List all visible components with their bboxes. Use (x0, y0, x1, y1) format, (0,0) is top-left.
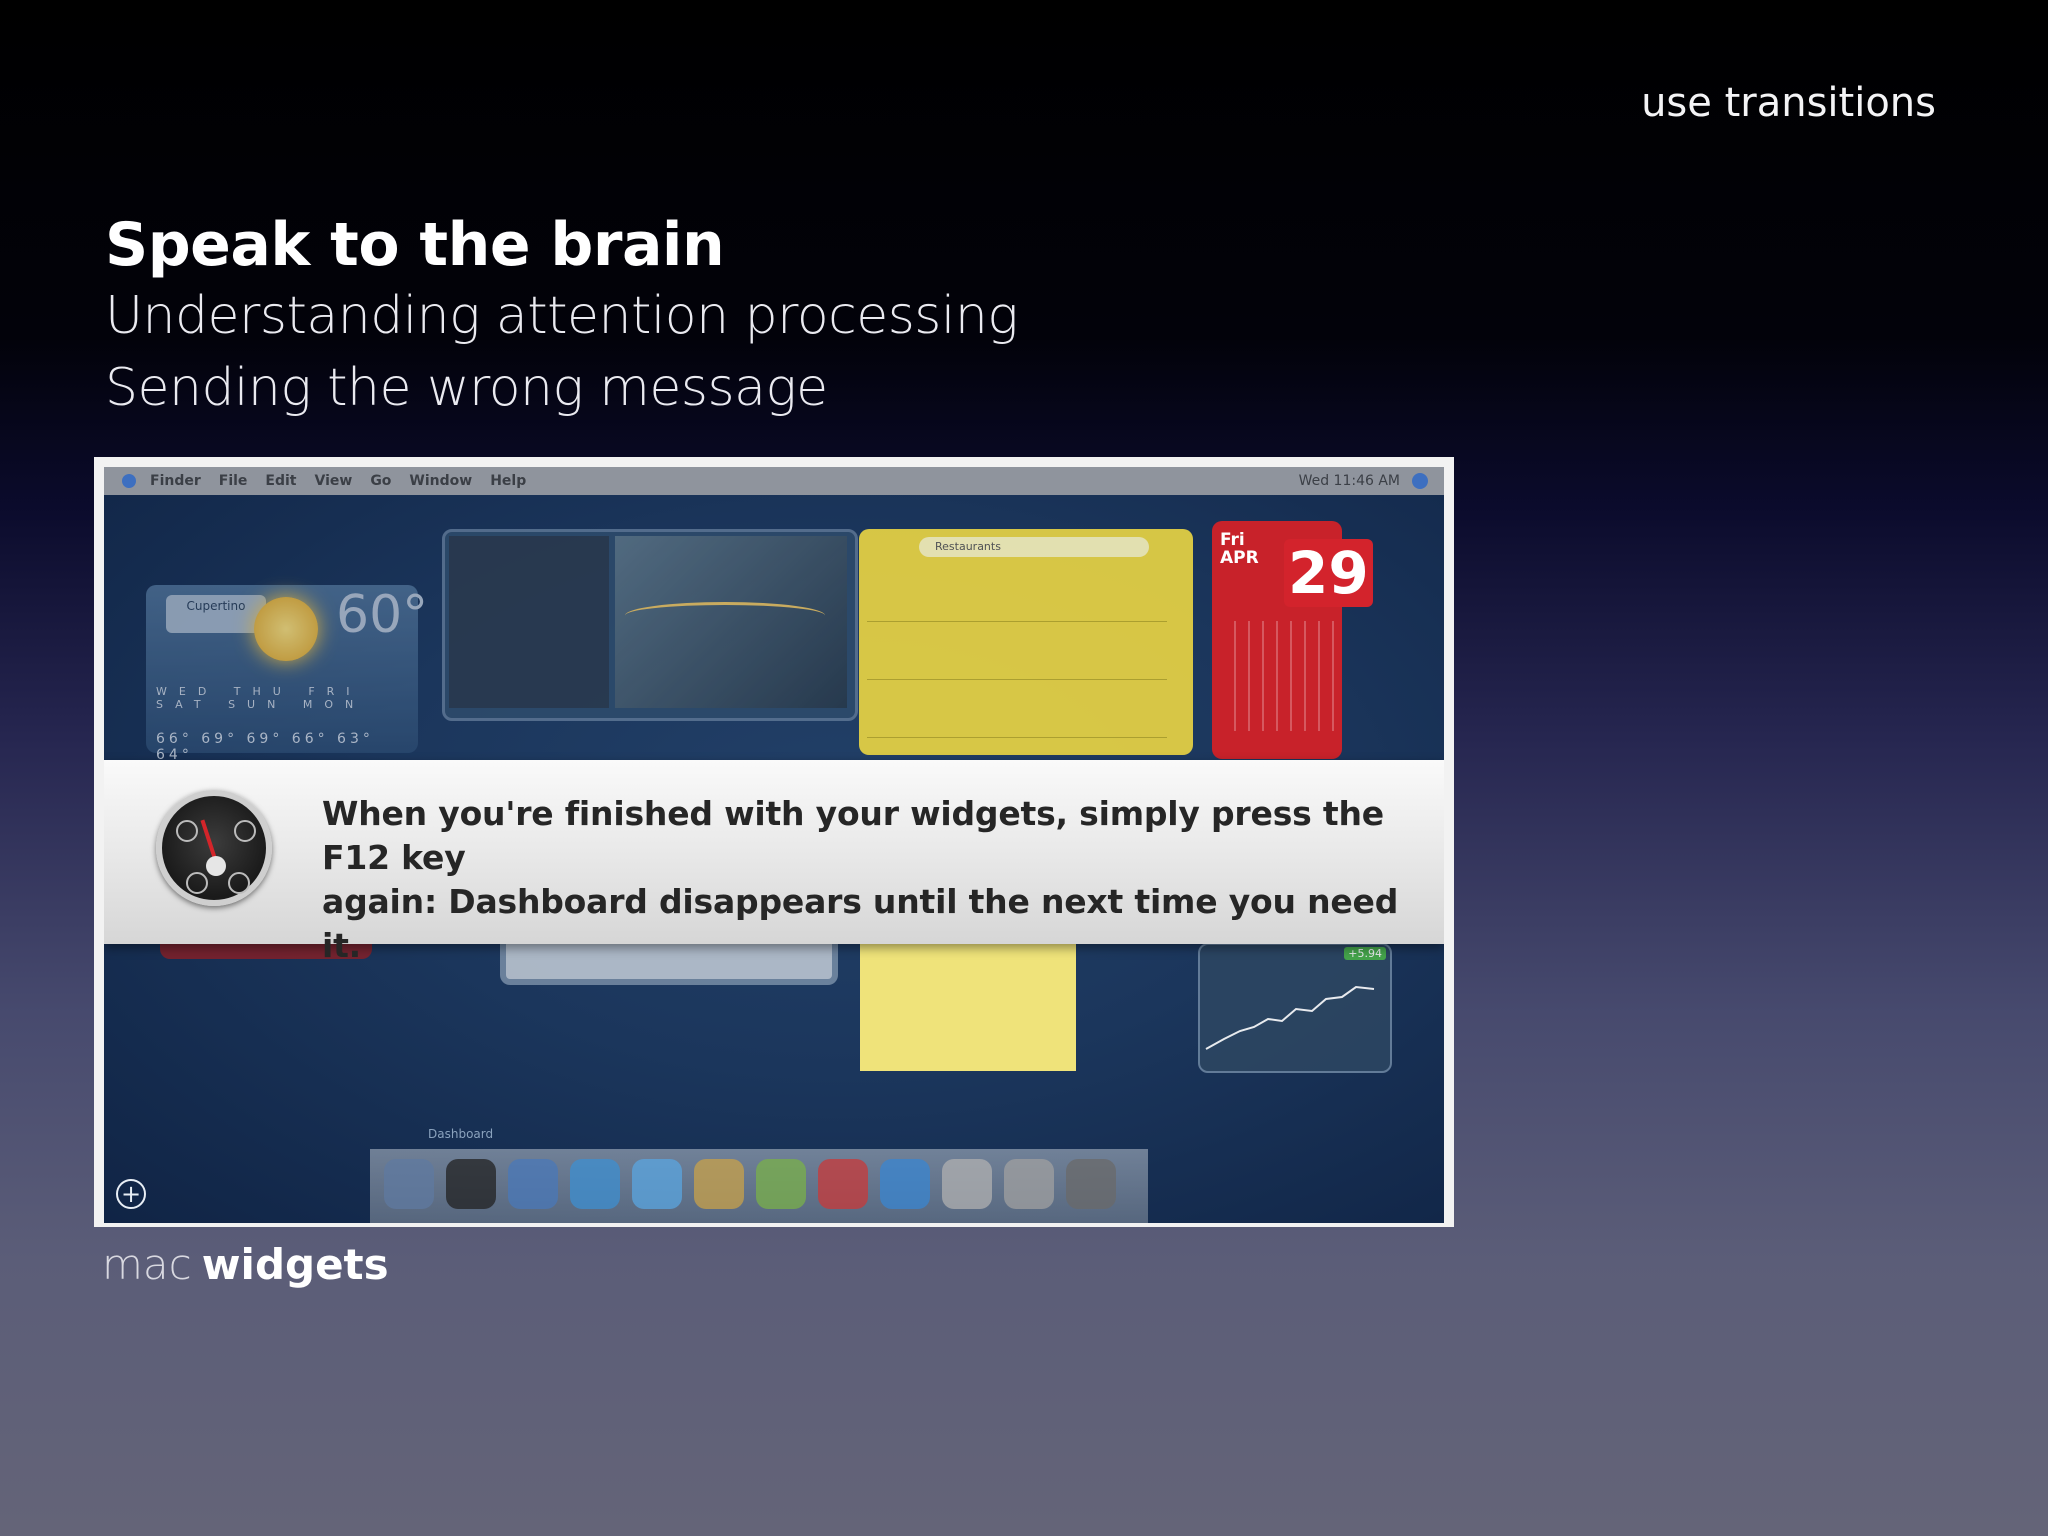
dashboard-icon (156, 790, 272, 906)
banner-message: When you're finished with your widgets, … (322, 792, 1444, 968)
dock-app-icon[interactable] (1004, 1159, 1054, 1209)
menu-item-edit[interactable]: Edit (265, 473, 296, 489)
weather-temperature: 60° (336, 585, 429, 645)
dock-app-icon[interactable] (942, 1159, 992, 1209)
calendar-date-label: Fri APR (1220, 531, 1259, 567)
apple-menu-icon[interactable] (122, 474, 136, 488)
calendar-month-grid (1222, 621, 1334, 731)
menu-item-help[interactable]: Help (490, 473, 526, 489)
weather-widget[interactable]: Cupertino 60° WED THU FRI SAT SUN MON 66… (146, 585, 428, 763)
flight-path (625, 602, 825, 629)
restaurant-row[interactable] (867, 681, 1167, 738)
restaurants-search-field[interactable]: Restaurants (919, 537, 1149, 557)
flight-tracker-widget[interactable] (442, 529, 858, 721)
calendar-month: APR (1220, 548, 1259, 568)
dock-app-icon[interactable] (446, 1159, 496, 1209)
flight-info-panel (449, 536, 609, 708)
caption-prefix: mac (102, 1240, 192, 1289)
slide-caption: mac widgets (102, 1240, 389, 1289)
menu-item-go[interactable]: Go (370, 473, 391, 489)
gauge-dial-icon (228, 872, 250, 894)
caption-bold: widgets (201, 1240, 389, 1289)
banner-message-line-1: When you're finished with your widgets, … (322, 794, 1384, 877)
weather-city: Cupertino (166, 595, 266, 633)
calendar-weekday: Fri (1220, 530, 1245, 550)
dock-tooltip: Dashboard (428, 1127, 494, 1141)
gauge-dial-icon (186, 872, 208, 894)
slide-corner-label: use transitions (1641, 80, 1936, 126)
restaurant-row[interactable] (867, 565, 1167, 622)
dock-app-icon[interactable] (694, 1159, 744, 1209)
gauge-hub (206, 856, 226, 876)
dock-app-icon[interactable] (1066, 1159, 1116, 1209)
dock-app-icon[interactable] (570, 1159, 620, 1209)
menu-item-file[interactable]: File (219, 473, 248, 489)
calendar-widget[interactable]: Fri APR 29 (1212, 521, 1373, 759)
menubar-clock[interactable]: Wed 11:46 AM (1299, 473, 1400, 489)
banner-message-line-2: again: Dashboard disappears until the ne… (322, 882, 1399, 965)
dock-app-icon[interactable] (632, 1159, 682, 1209)
dock-app-icon[interactable] (818, 1159, 868, 1209)
menu-bar: Finder File Edit View Go Window Help Wed… (104, 467, 1444, 495)
restaurant-row[interactable] (867, 623, 1167, 680)
menu-item-view[interactable]: View (314, 473, 352, 489)
gauge-dial-icon (234, 820, 256, 842)
weather-days: WED THU FRI SAT SUN MON (156, 685, 366, 711)
gauge-dial-icon (176, 820, 198, 842)
spotlight-icon[interactable] (1412, 473, 1428, 489)
dock-app-icon[interactable] (384, 1159, 434, 1209)
calendar-day: 29 (1284, 539, 1373, 607)
dock-app-icon[interactable] (756, 1159, 806, 1209)
add-widget-button[interactable]: + (116, 1179, 146, 1209)
slide-subtitle-1: Understanding attention processing (105, 286, 1019, 346)
stock-chart (1205, 985, 1375, 1050)
dock-icons (384, 1159, 1116, 1209)
dashboard-screenshot: Finder File Edit View Go Window Help Wed… (104, 467, 1444, 1223)
dock-app-icon[interactable] (508, 1159, 558, 1209)
slide-title: Speak to the brain (105, 210, 725, 280)
instruction-banner: When you're finished with your widgets, … (104, 760, 1444, 965)
restaurants-widget[interactable]: Restaurants (859, 529, 1193, 755)
weather-temps: 66° 69° 69° 66° 63° 64° (156, 731, 374, 763)
dock-app-icon[interactable] (880, 1159, 930, 1209)
menu-item-window[interactable]: Window (409, 473, 472, 489)
slide-subtitle-2: Sending the wrong message (105, 358, 828, 418)
menu-item-finder[interactable]: Finder (150, 473, 201, 489)
sun-icon (254, 597, 318, 661)
